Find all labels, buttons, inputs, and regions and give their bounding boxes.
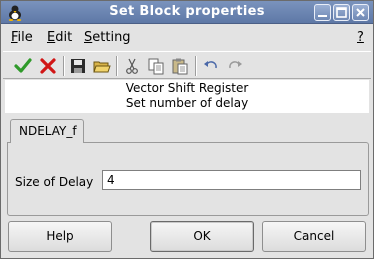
menu-help[interactable]: ? — [357, 30, 364, 45]
redo-toolbar-button[interactable] — [224, 55, 246, 77]
menu-edit-label: Edit — [47, 30, 73, 45]
menu-bar: File Edit Setting ? — [1, 25, 373, 49]
cut-toolbar-button[interactable] — [121, 55, 143, 77]
menu-file-label: File — [11, 30, 33, 45]
open-folder-icon — [93, 61, 111, 73]
save-toolbar-button[interactable] — [67, 55, 89, 77]
title-bar[interactable]: Set Block properties — [1, 1, 373, 24]
ok-toolbar-button[interactable] — [12, 55, 34, 77]
copy-icon — [148, 58, 164, 75]
minimize-icon — [318, 15, 327, 17]
cancel-button[interactable]: Cancel — [262, 221, 366, 252]
toolbar — [3, 51, 371, 79]
description-title: Vector Shift Register — [125, 81, 249, 95]
tab-label: NDELAY_f — [19, 124, 77, 138]
toolbar-separator — [63, 56, 65, 76]
paste-toolbar-button[interactable] — [169, 55, 191, 77]
tab-ndelay[interactable]: NDELAY_f — [10, 119, 84, 143]
menu-setting[interactable]: Setting — [84, 30, 131, 45]
dialog-window: Set Block properties File Edit Setting ? — [0, 0, 374, 259]
maximize-icon — [336, 7, 347, 18]
close-icon — [356, 8, 365, 17]
undo-toolbar-button[interactable] — [200, 55, 222, 77]
help-button[interactable]: Help — [8, 221, 112, 252]
undo-icon — [204, 61, 217, 69]
menu-setting-label: Setting — [84, 30, 131, 45]
cancel-x-icon — [40, 58, 56, 74]
cut-icon — [126, 58, 138, 74]
menu-help-label: ? — [357, 30, 364, 45]
size-of-delay-input[interactable] — [102, 170, 361, 190]
minimize-button[interactable] — [314, 4, 331, 21]
open-toolbar-button[interactable] — [91, 55, 113, 77]
size-of-delay-label: Size of Delay — [15, 175, 94, 189]
description-subtitle: Set number of delay — [125, 96, 249, 110]
redo-icon — [229, 61, 242, 69]
block-description: Vector Shift Register Set number of dela… — [5, 80, 369, 113]
save-icon — [71, 59, 85, 73]
close-button[interactable] — [352, 4, 369, 21]
maximize-button[interactable] — [333, 4, 350, 21]
paste-icon — [172, 58, 188, 75]
toolbar-separator — [195, 56, 197, 76]
menu-edit[interactable]: Edit — [47, 30, 72, 45]
copy-toolbar-button[interactable] — [145, 55, 167, 77]
ok-check-icon — [14, 58, 32, 73]
tab-panel: Size of Delay — [7, 142, 369, 216]
cancel-toolbar-button[interactable] — [37, 55, 59, 77]
ok-button[interactable]: OK — [150, 221, 254, 252]
menu-file[interactable]: File — [11, 30, 33, 45]
toolbar-separator — [116, 56, 118, 76]
